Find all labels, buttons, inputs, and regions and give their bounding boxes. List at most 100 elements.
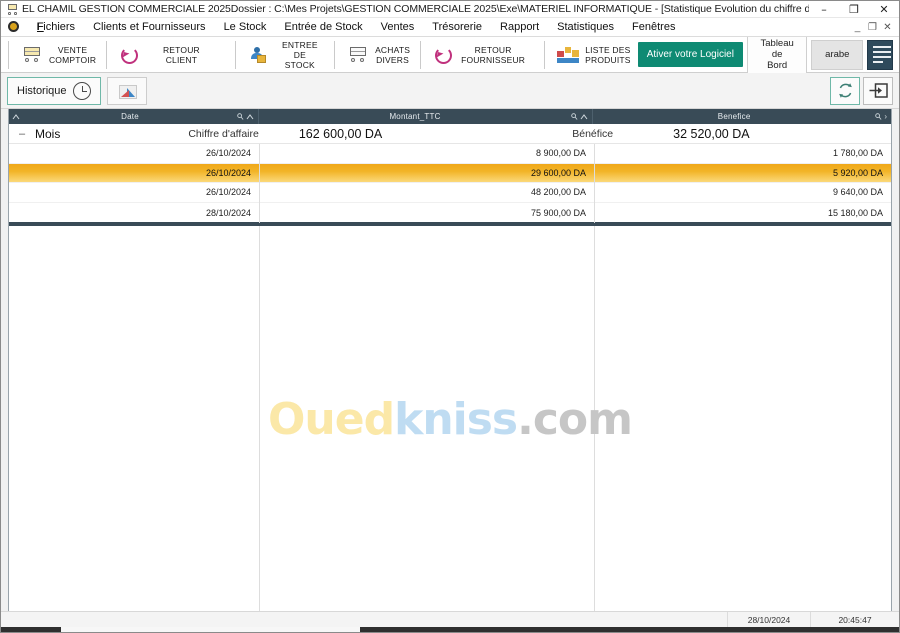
hamburger-menu-icon[interactable] xyxy=(867,39,893,70)
clock-icon xyxy=(72,81,91,100)
menu-label: Rapport xyxy=(500,21,540,33)
status-message xyxy=(9,611,728,628)
mdi-restore-button[interactable]: ❐ xyxy=(865,22,880,33)
view-toolbar-right xyxy=(830,76,893,105)
person-box-icon xyxy=(246,43,272,67)
ribbon-button-entree-de-stock[interactable]: ENTREE DE STOCK xyxy=(239,39,331,71)
close-button[interactable]: ✕ xyxy=(869,1,899,18)
tab-historique[interactable]: Historique xyxy=(7,76,101,105)
sort-asc-icon[interactable] xyxy=(580,113,588,120)
status-grip xyxy=(1,612,9,628)
menu-label: Clients et Fournisseurs xyxy=(93,21,206,33)
menu-item-clients-fournisseurs[interactable]: Clients et Fournisseurs xyxy=(84,19,215,35)
grid-empty-area: Ouedkniss.com xyxy=(9,226,891,611)
table-row[interactable]: 26/10/2024 29 600,00 DA 5 920,00 DA xyxy=(9,163,891,184)
product-boxes-icon xyxy=(555,43,581,67)
search-icon[interactable] xyxy=(571,113,578,120)
ribbon-right-group: Ativer votre Logiciel Tableau de Bord ar… xyxy=(637,33,899,76)
ribbon-button-retour-client[interactable]: RETOUR CLIENT xyxy=(110,39,222,71)
ribbon-divider xyxy=(544,40,546,69)
cell-benefice: 5 920,00 DA xyxy=(832,167,883,178)
window-title: EL CHAMIL GESTION COMMERCIALE 2025Dossie… xyxy=(22,3,809,15)
menu-item-fenetres[interactable]: Fenêtres xyxy=(623,19,684,35)
dashboard-button[interactable]: Tableau de Bord xyxy=(746,33,808,76)
activate-license-button[interactable]: Ativer votre Logiciel xyxy=(637,42,743,67)
watermark-part-1: Oued xyxy=(268,394,395,446)
return-arrow-icon xyxy=(431,43,457,67)
ribbon-group-separator xyxy=(536,41,538,68)
refresh-icon xyxy=(838,83,852,98)
ribbon-toolbar: VENTE COMPTOIR RETOUR CLIENT ENTREE DE S… xyxy=(1,33,899,76)
menu-item-statistiques[interactable]: Statistiques xyxy=(548,19,623,35)
exit-icon xyxy=(869,83,888,98)
maximize-button[interactable]: ❐ xyxy=(839,1,869,18)
cell-benefice: 1 780,00 DA xyxy=(832,148,883,159)
watermark-part-3: .com xyxy=(517,394,633,446)
table-row[interactable]: 26/10/2024 48 200,00 DA 9 640,00 DA xyxy=(9,183,891,203)
cell-date: 28/10/2024 xyxy=(205,207,251,218)
tab-chart[interactable] xyxy=(106,76,147,105)
menu-label: Statistiques xyxy=(557,21,615,33)
menu-label: Trésorerie xyxy=(432,21,483,33)
menu-item-entree-de-stock[interactable]: Entrée de Stock xyxy=(275,19,371,35)
search-icon[interactable] xyxy=(237,113,244,120)
application-window: EL CHAMIL GESTION COMMERCIALE 2025Dossie… xyxy=(0,0,900,633)
grid-header-tools[interactable]: › xyxy=(875,112,891,121)
grid-header-montant-ttc[interactable]: Montant_TTC xyxy=(259,109,593,124)
ribbon-button-liste-des-produits[interactable]: LISTE DES PRODUITS xyxy=(548,39,638,71)
column-divider xyxy=(259,144,260,223)
benefice-value: 32 520,00 DA xyxy=(673,126,750,141)
menu-item-tresorerie[interactable]: Trésorerie xyxy=(423,19,491,35)
ribbon-label: LISTE DES PRODUITS xyxy=(585,44,631,65)
group-expander-icon[interactable]: – xyxy=(9,128,35,140)
grid-header-date[interactable]: Date xyxy=(23,109,259,124)
view-toolbar: Historique xyxy=(1,73,899,109)
ribbon-divider xyxy=(8,40,9,69)
exit-button[interactable] xyxy=(863,76,893,105)
language-button[interactable]: arabe xyxy=(811,39,864,70)
menu-item-le-stock[interactable]: Le Stock xyxy=(215,19,276,35)
cell-benefice: 9 640,00 DA xyxy=(832,187,883,198)
cell-montant: 8 900,00 DA xyxy=(535,148,586,159)
cell-date: 26/10/2024 xyxy=(205,187,251,198)
ribbon-button-vente-comptoir[interactable]: VENTE COMPTOIR xyxy=(12,39,103,71)
chart-icon xyxy=(116,82,138,99)
taskbar-segment xyxy=(61,627,361,632)
minimize-button[interactable]: – xyxy=(809,1,839,18)
grid-header-tools[interactable] xyxy=(571,113,592,120)
refresh-button[interactable] xyxy=(830,76,860,105)
grid-group-row[interactable]: – Mois Chiffre d'affaire 162 600,00 DA B… xyxy=(9,124,891,144)
menu-label: Le Stock xyxy=(223,21,267,33)
ribbon-button-retour-fournisseur[interactable]: RETOUR FOURNISSEUR xyxy=(424,39,532,71)
ribbon-label: RETOUR FOURNISSEUR xyxy=(461,44,526,65)
ribbon-label: ACHATS DIVERS xyxy=(375,44,411,65)
grid-header-label: Date xyxy=(121,112,139,121)
cell-date: 26/10/2024 xyxy=(205,148,251,159)
ribbon-divider xyxy=(106,40,108,69)
grid-header-sort-indicator[interactable] xyxy=(9,113,23,120)
status-time: 20:45:47 xyxy=(838,614,872,625)
grid-header-tools[interactable] xyxy=(237,113,258,120)
mdi-minimize-button[interactable]: _ xyxy=(850,22,865,33)
column-divider xyxy=(594,226,595,611)
grid-header-label: Montant_TTC xyxy=(389,112,441,121)
table-row[interactable]: 28/10/2024 75 900,00 DA 15 180,00 DA xyxy=(9,203,891,223)
cell-benefice: 15 180,00 DA xyxy=(827,207,883,218)
taskbar-strip xyxy=(1,627,899,632)
return-arrow-icon xyxy=(117,43,143,67)
menu-item-rapport[interactable]: Rapport xyxy=(491,19,548,35)
chevron-right-icon[interactable]: › xyxy=(884,112,887,121)
grid-header-benefice[interactable]: Benefice › xyxy=(593,109,891,124)
ribbon-button-achats-divers[interactable]: ACHATS DIVERS xyxy=(338,39,417,71)
shopping-cart-icon xyxy=(345,43,371,67)
taskbar-segment xyxy=(360,627,899,632)
menu-label: Fenêtres xyxy=(632,21,676,33)
mdi-close-button[interactable]: ✕ xyxy=(880,22,895,33)
menu-item-ventes[interactable]: Ventes xyxy=(372,19,424,35)
column-divider xyxy=(594,144,595,223)
search-icon[interactable] xyxy=(875,113,882,120)
sort-asc-icon[interactable] xyxy=(246,113,254,120)
table-row[interactable]: 26/10/2024 8 900,00 DA 1 780,00 DA xyxy=(9,144,891,164)
grid-header-label: Benefice xyxy=(717,112,751,121)
menu-item-fichiers[interactable]: FFichiers xyxy=(28,19,84,35)
